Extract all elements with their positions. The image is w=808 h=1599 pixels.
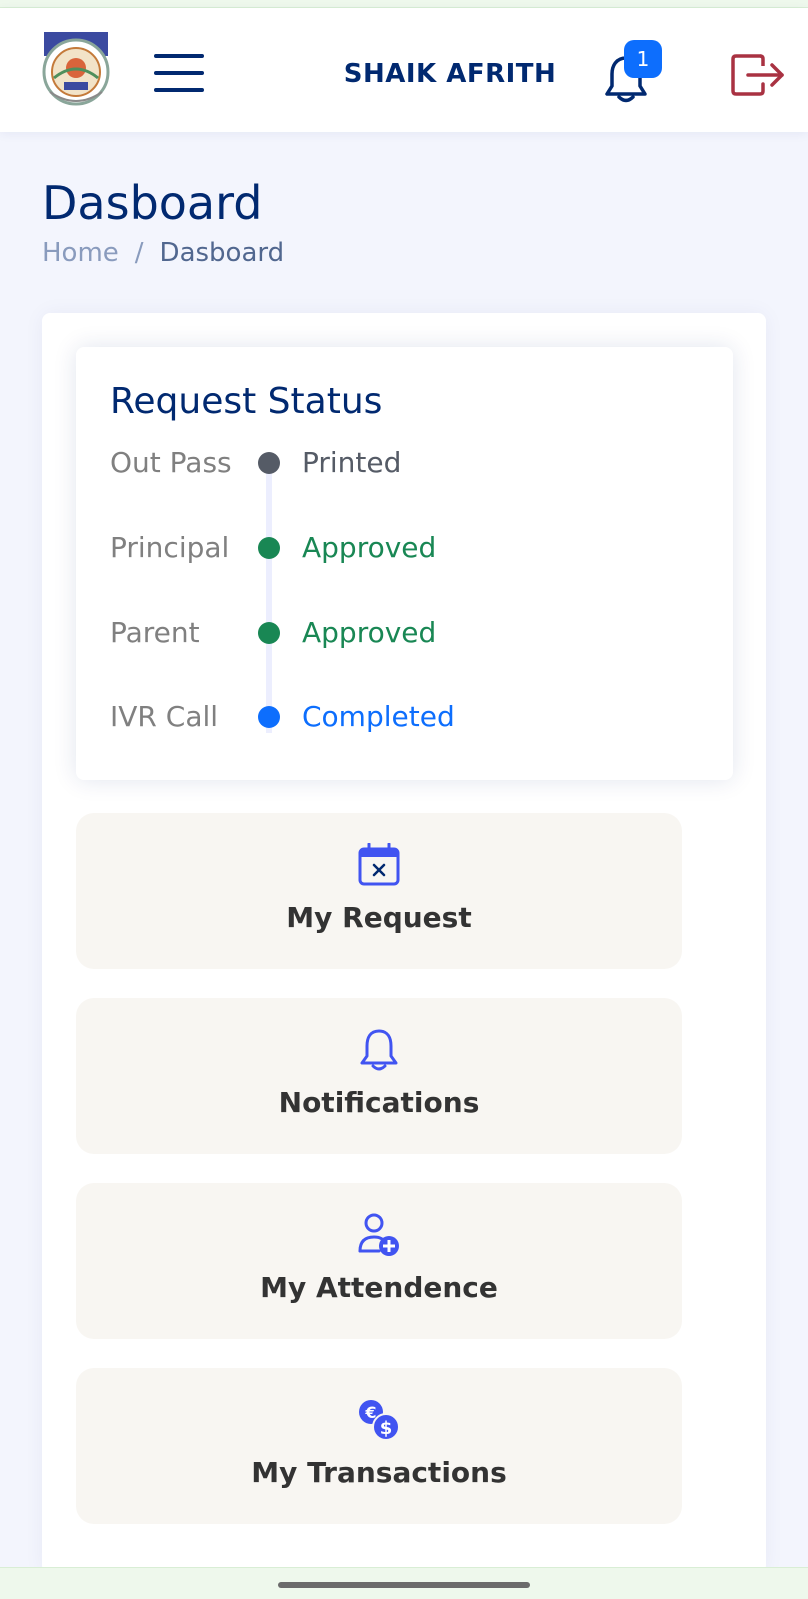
tile-label: Notifications: [278, 1086, 480, 1119]
logout-icon: [731, 54, 784, 96]
page-title: Dasboard: [42, 176, 263, 230]
my-attendence-button[interactable]: My Attendence: [76, 1183, 682, 1339]
hamburger-menu-icon[interactable]: [152, 50, 206, 96]
timeline-item-out-pass: Out Pass Printed: [110, 443, 710, 483]
timeline-item-parent: Parent Approved: [110, 613, 710, 653]
currency-exchange-icon: € $: [359, 1400, 400, 1441]
timeline-value: Printed: [302, 446, 402, 479]
logout-button[interactable]: [730, 52, 792, 102]
timeline-dot: [258, 622, 280, 644]
request-status-card: Request Status Out Pass Printed Principa…: [76, 347, 733, 780]
timeline-label: Principal: [110, 531, 230, 564]
calendar-x-icon: [358, 843, 400, 886]
timeline-dot: [258, 537, 280, 559]
my-transactions-button[interactable]: € $ My Transactions: [76, 1368, 682, 1524]
timeline-item-principal: Principal Approved: [110, 528, 710, 568]
timeline-label: IVR Call: [110, 700, 219, 733]
request-status-title: Request Status: [110, 381, 383, 422]
college-logo[interactable]: [40, 30, 112, 108]
top-header: SHAIK AFRITH 1: [0, 8, 808, 132]
timeline-dot: [258, 452, 280, 474]
timeline-value: Approved: [302, 616, 437, 649]
system-navigation-bar: [0, 1567, 808, 1599]
system-status-bar: [0, 0, 808, 8]
breadcrumb-separator: /: [134, 238, 144, 268]
tile-label: My Attendence: [260, 1271, 498, 1304]
tile-label: My Transactions: [251, 1456, 507, 1489]
person-plus-icon: [358, 1213, 399, 1256]
notifications-button[interactable]: Notifications: [76, 998, 682, 1154]
bell-icon: [360, 1029, 398, 1071]
timeline-value: Completed: [302, 700, 455, 733]
home-gesture-handle[interactable]: [278, 1582, 530, 1588]
status-timeline: Out Pass Printed Principal Approved Pare…: [110, 443, 710, 743]
timeline-line: [266, 473, 272, 733]
timeline-value: Approved: [302, 531, 437, 564]
timeline-dot: [258, 706, 280, 728]
notification-button[interactable]: 1: [600, 40, 662, 108]
timeline-item-ivr-call: IVR Call Completed: [110, 697, 710, 737]
notification-badge: 1: [624, 40, 662, 78]
svg-text:$: $: [380, 1418, 393, 1439]
user-name[interactable]: SHAIK AFRITH: [330, 52, 570, 96]
breadcrumb-home[interactable]: Home: [42, 238, 119, 268]
breadcrumb-current: Dasboard: [159, 238, 285, 268]
my-request-button[interactable]: My Request: [76, 813, 682, 969]
timeline-label: Parent: [110, 616, 200, 649]
breadcrumb: Home / Dasboard: [42, 238, 284, 268]
timeline-label: Out Pass: [110, 446, 232, 479]
tile-label: My Request: [286, 901, 472, 934]
